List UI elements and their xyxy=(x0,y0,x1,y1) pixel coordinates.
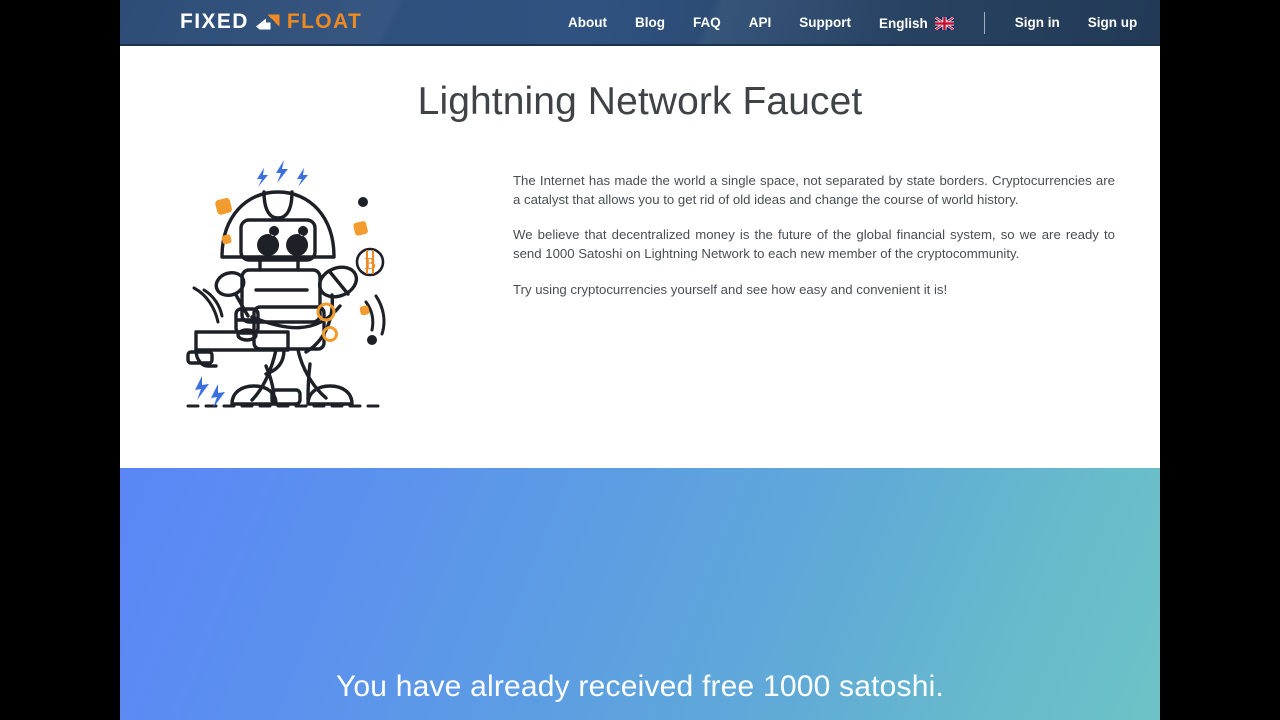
nav-link-faq[interactable]: FAQ xyxy=(679,0,735,46)
nav-link-about[interactable]: About xyxy=(554,0,621,46)
robot-faucet-illustration: B xyxy=(180,148,395,414)
nav-link-blog[interactable]: Blog xyxy=(621,0,679,46)
logo-text-fixed: FIXED xyxy=(180,10,249,33)
site-header: FIXED FLOAT About Blog FAQ API Support E… xyxy=(120,0,1160,46)
language-selector[interactable]: English xyxy=(865,16,968,31)
page-title: Lightning Network Faucet xyxy=(417,80,863,123)
status-banner-message: You have already received free 1000 sato… xyxy=(335,670,945,703)
nav-link-api[interactable]: API xyxy=(735,0,786,46)
uk-flag-icon xyxy=(934,16,954,30)
main-content: Lightning Network Faucet B The Internet … xyxy=(120,46,1160,468)
page-viewport: FIXED FLOAT About Blog FAQ API Support E… xyxy=(120,0,1160,720)
arrow-exchange-icon xyxy=(254,10,284,34)
sign-up-link[interactable]: Sign up xyxy=(1074,0,1152,46)
bitcoin-badge-icon: B xyxy=(355,247,385,277)
intro-paragraph-1: The Internet has made the world a single… xyxy=(513,172,1115,207)
intro-copy: The Internet has made the world a single… xyxy=(395,148,1115,300)
sign-in-link[interactable]: Sign in xyxy=(1001,0,1074,46)
language-label: English xyxy=(879,15,928,31)
intro-paragraph-2: We believe that decentralized money is t… xyxy=(513,227,1115,261)
logo-text-float: FLOAT xyxy=(286,10,363,33)
intro-paragraph-3: Try using cryptocurrencies yourself and … xyxy=(513,281,948,297)
site-logo[interactable]: FIXED FLOAT xyxy=(180,9,362,35)
nav-link-support[interactable]: Support xyxy=(785,0,865,46)
content-row: B The Internet has made the world a sing… xyxy=(120,126,1160,414)
nav-divider xyxy=(983,12,985,34)
status-banner: You have already received free 1000 sato… xyxy=(120,468,1160,720)
screen: FIXED FLOAT About Blog FAQ API Support E… xyxy=(0,0,1280,720)
main-navigation: About Blog FAQ API Support English Sign … xyxy=(554,0,1151,46)
